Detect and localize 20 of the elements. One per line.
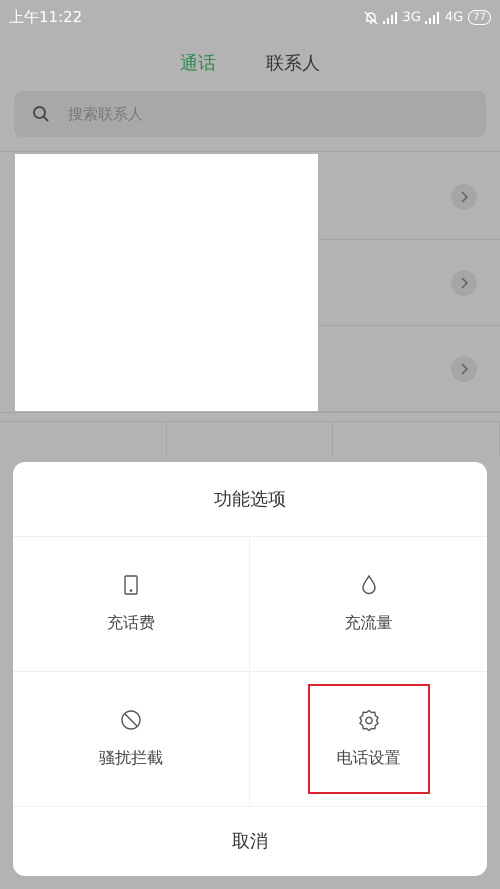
signal-icon — [382, 12, 400, 24]
option-button[interactable]: 充话费 — [70, 549, 192, 659]
bell-off-icon — [362, 10, 379, 26]
search-icon — [32, 105, 50, 123]
option-button[interactable]: 充流量 — [308, 549, 430, 659]
sheet-title: 功能选项 — [214, 488, 286, 512]
battery-indicator: 77 — [468, 10, 491, 25]
network-label: 4G — [444, 8, 464, 27]
chevron-right-icon — [451, 184, 477, 210]
cancel-button[interactable]: 取消 — [13, 807, 487, 876]
option-button[interactable]: 电话设置 — [308, 684, 430, 794]
network-label: 3G — [402, 8, 421, 27]
chevron-right-icon — [451, 356, 477, 382]
chevron-right-icon — [451, 270, 477, 296]
settings-icon — [356, 708, 380, 732]
block-icon — [119, 708, 143, 732]
signal-icon — [424, 12, 442, 24]
tab[interactable]: 联系人 — [266, 50, 320, 76]
status-time: 上午11:22 — [9, 7, 82, 28]
option-button[interactable]: 骚扰拦截 — [70, 684, 192, 794]
